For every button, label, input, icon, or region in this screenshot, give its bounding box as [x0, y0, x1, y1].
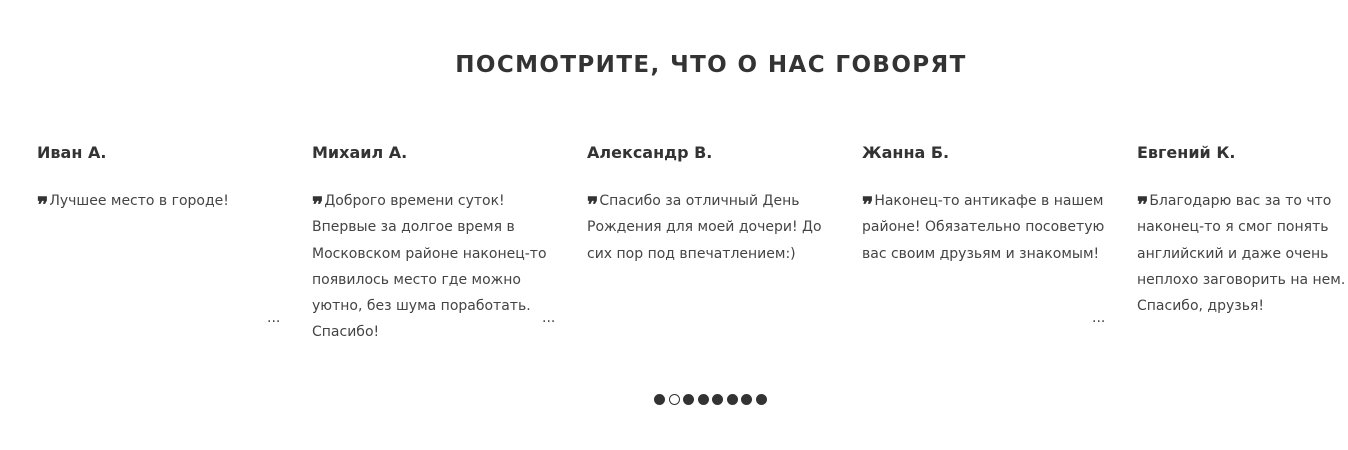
review-text-block: ❞ Спасибо за отличный День Рождения для м…: [587, 188, 837, 267]
quote-icon: ❞: [37, 192, 48, 217]
pager-dot[interactable]: [741, 394, 752, 405]
quote-icon: ❞: [587, 192, 598, 217]
read-more-link[interactable]: ...: [267, 310, 280, 326]
review-card: Иван А. ❞ Лучшее место в городе!: [37, 140, 287, 217]
review-card: Евгений К. ❞ Благодарю вас за то что нако…: [1137, 140, 1347, 319]
review-text-block: ❞ Лучшее место в городе!: [37, 188, 287, 217]
review-text: Лучшее место в городе!: [49, 193, 229, 209]
pager-dot[interactable]: [755, 394, 767, 405]
read-more-link[interactable]: ...: [1092, 310, 1105, 326]
review-author: Иван А.: [37, 143, 107, 162]
quote-icon: ❞: [1137, 192, 1148, 217]
review-text-block: ❞ Благодарю вас за то что наконец-то я см…: [1137, 188, 1347, 319]
review-text: Спасибо за отличный День Рождения для мо…: [587, 193, 822, 262]
pager-dot[interactable]: [726, 394, 738, 405]
review-text: Наконец-то антикафе в нашем районе! Обяз…: [862, 193, 1105, 262]
pager-dot[interactable]: [654, 394, 665, 405]
pager-dot[interactable]: [683, 394, 694, 405]
review-text: Благодарю вас за то что наконец-то я смо…: [1137, 193, 1346, 315]
reviews-carousel: Иван А. ❞ Лучшее место в городе! ... Миха…: [0, 140, 1348, 340]
review-author: Александр В.: [587, 143, 713, 162]
review-text-block: ❞ Наконец-то антикафе в нашем районе! Обя…: [862, 188, 1112, 267]
review-card: Александр В. ❞ Спасибо за отличный День Р…: [587, 140, 837, 267]
pager-dot[interactable]: [697, 394, 709, 405]
pager-dot-active[interactable]: [668, 394, 680, 405]
review-card: Жанна Б. ❞ Наконец-то антикафе в нашем ра…: [862, 140, 1112, 267]
review-text-block: ❞ Доброго времени суток! Впервые за долго…: [312, 188, 562, 346]
read-more-link[interactable]: ...: [542, 310, 555, 326]
quote-icon: ❞: [312, 192, 323, 217]
quote-icon: ❞: [862, 192, 873, 217]
review-author: Михаил А.: [312, 143, 408, 162]
section-title: ПОСМОТРИТЕ, ЧТО О НАС ГОВОРЯТ: [455, 52, 967, 78]
review-author: Жанна Б.: [862, 143, 950, 162]
review-text: Доброго времени суток! Впервые за долгое…: [312, 193, 547, 341]
review-author: Евгений К.: [1137, 143, 1236, 162]
pager-dot[interactable]: [712, 394, 723, 405]
review-card: Михаил А. ❞ Доброго времени суток! Впервы…: [312, 140, 562, 346]
